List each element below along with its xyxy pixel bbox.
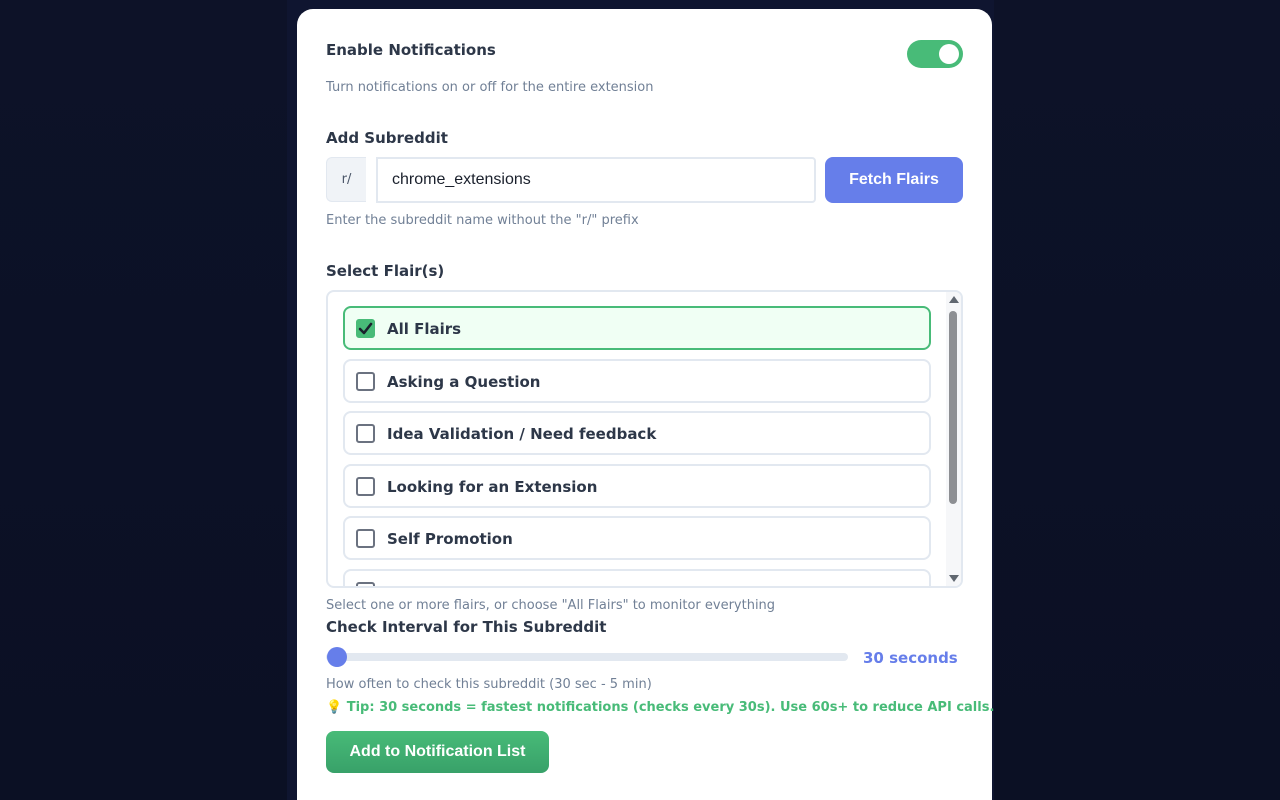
page-background-left — [0, 0, 287, 800]
flairs-help: Select one or more flairs, or choose "Al… — [326, 598, 776, 613]
interval-tip: 💡 Tip: 30 seconds = fastest notification… — [326, 700, 995, 715]
add-to-notification-list-button[interactable]: Add to Notification List — [326, 731, 549, 773]
checkbox[interactable] — [356, 424, 375, 443]
check-interval-label: Check Interval for This Subreddit — [326, 618, 607, 636]
subreddit-prefix: r/ — [326, 157, 366, 202]
select-flairs-label: Select Flair(s) — [326, 262, 445, 280]
flair-item-self-promotion[interactable]: Self Promotion — [343, 516, 931, 560]
checkbox[interactable] — [356, 582, 375, 586]
toggle-knob — [939, 44, 959, 64]
settings-card: Enable Notifications Turn notifications … — [297, 9, 995, 800]
notifications-toggle[interactable] — [907, 40, 963, 68]
scroll-up-arrow-icon[interactable] — [949, 296, 959, 303]
flair-list-scrollbar[interactable] — [946, 292, 961, 586]
flair-label: Idea Validation / Need feedback — [387, 425, 657, 443]
checkbox[interactable] — [356, 529, 375, 548]
enable-notifications-help: Turn notifications on or off for the ent… — [326, 80, 654, 95]
flair-item-partial[interactable] — [343, 569, 931, 586]
interval-slider-track[interactable] — [326, 653, 848, 661]
flair-item-idea-validation[interactable]: Idea Validation / Need feedback — [343, 411, 931, 455]
flair-item-all-flairs[interactable]: All Flairs — [343, 306, 931, 350]
flair-label: Asking a Question — [387, 373, 541, 391]
checkbox[interactable] — [356, 477, 375, 496]
page-background-right — [994, 0, 1280, 800]
flair-label: Self Promotion — [387, 530, 513, 548]
fetch-flairs-button[interactable]: Fetch Flairs — [825, 157, 963, 203]
checkbox-checked[interactable] — [356, 319, 375, 338]
checkmark-icon — [358, 322, 373, 335]
interval-help: How often to check this subreddit (30 se… — [326, 677, 652, 692]
flair-item-looking-for-an-extension[interactable]: Looking for an Extension — [343, 464, 931, 508]
scroll-down-arrow-icon[interactable] — [949, 575, 959, 582]
interval-value: 30 seconds — [863, 649, 958, 667]
scrollbar-thumb[interactable] — [949, 311, 957, 504]
flair-label: All Flairs — [387, 320, 462, 338]
enable-notifications-label: Enable Notifications — [326, 41, 496, 59]
add-subreddit-label: Add Subreddit — [326, 129, 448, 147]
flair-item-asking-a-question[interactable]: Asking a Question — [343, 359, 931, 403]
checkbox[interactable] — [356, 372, 375, 391]
flair-label: Looking for an Extension — [387, 478, 598, 496]
subreddit-help: Enter the subreddit name without the "r/… — [326, 213, 639, 228]
subreddit-input[interactable] — [376, 157, 816, 203]
flair-list[interactable]: All Flairs Asking a Question Idea Valida… — [326, 290, 963, 588]
interval-slider-thumb[interactable] — [327, 647, 347, 667]
